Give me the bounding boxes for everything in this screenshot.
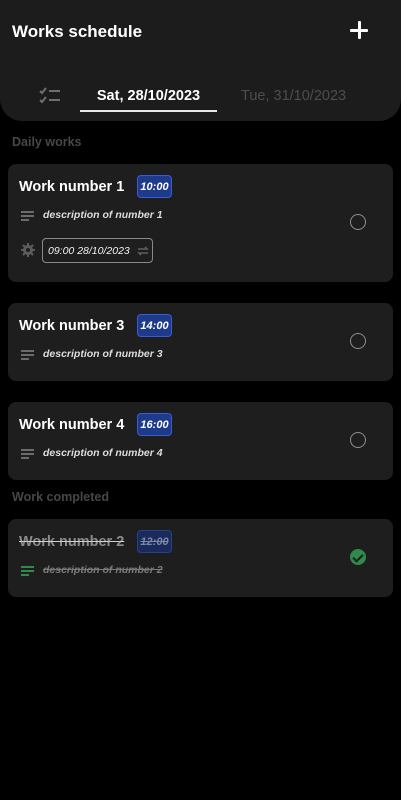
tab-next-date[interactable]: Tue, 31/10/2023 (241, 88, 346, 104)
reminder-chip[interactable]: 09:00 28/10/2023 (42, 238, 153, 263)
work-title: Work number 2 (19, 534, 125, 550)
section-daily-works: Daily works (12, 135, 82, 149)
time-badge: 16:00 (137, 413, 172, 436)
work-title: Work number 3 (19, 318, 125, 334)
complete-toggle[interactable] (350, 549, 366, 565)
complete-toggle[interactable] (350, 333, 366, 349)
checklist-icon[interactable] (38, 86, 62, 106)
complete-toggle[interactable] (350, 432, 366, 448)
work-description: description of number 1 (43, 209, 163, 221)
gear-icon (21, 243, 35, 257)
time-badge: 12:00 (137, 530, 172, 553)
work-description: description of number 2 (43, 564, 163, 576)
text-lines-icon (21, 449, 35, 459)
tab-selected-date[interactable]: Sat, 28/10/2023 (80, 88, 217, 104)
section-work-completed: Work completed (12, 490, 110, 504)
work-card[interactable]: Work number 4 16:00 description of numbe… (8, 402, 393, 480)
work-card-completed[interactable]: Work number 2 12:00 description of numbe… (8, 519, 393, 597)
work-card[interactable]: Work number 1 10:00 description of numbe… (8, 164, 393, 282)
text-lines-icon (21, 211, 35, 221)
work-title: Work number 4 (19, 417, 125, 433)
time-badge: 10:00 (137, 175, 172, 198)
text-lines-icon (21, 566, 35, 576)
reminder-datetime: 09:00 28/10/2023 (48, 244, 130, 257)
app-header: Works schedule Sat, 28/10/2023 Tue, 31/1… (0, 0, 401, 121)
work-card[interactable]: Work number 3 14:00 description of numbe… (8, 303, 393, 381)
app-title: Works schedule (12, 22, 143, 41)
time-badge: 14:00 (137, 314, 172, 337)
repeat-icon (137, 246, 149, 256)
tab-underline (80, 110, 217, 112)
work-description: description of number 3 (43, 348, 163, 360)
text-lines-icon (21, 350, 35, 360)
check-icon (352, 550, 364, 563)
complete-toggle[interactable] (350, 214, 366, 230)
work-title: Work number 1 (19, 179, 125, 195)
work-description: description of number 4 (43, 447, 163, 459)
add-work-button[interactable] (348, 19, 372, 43)
